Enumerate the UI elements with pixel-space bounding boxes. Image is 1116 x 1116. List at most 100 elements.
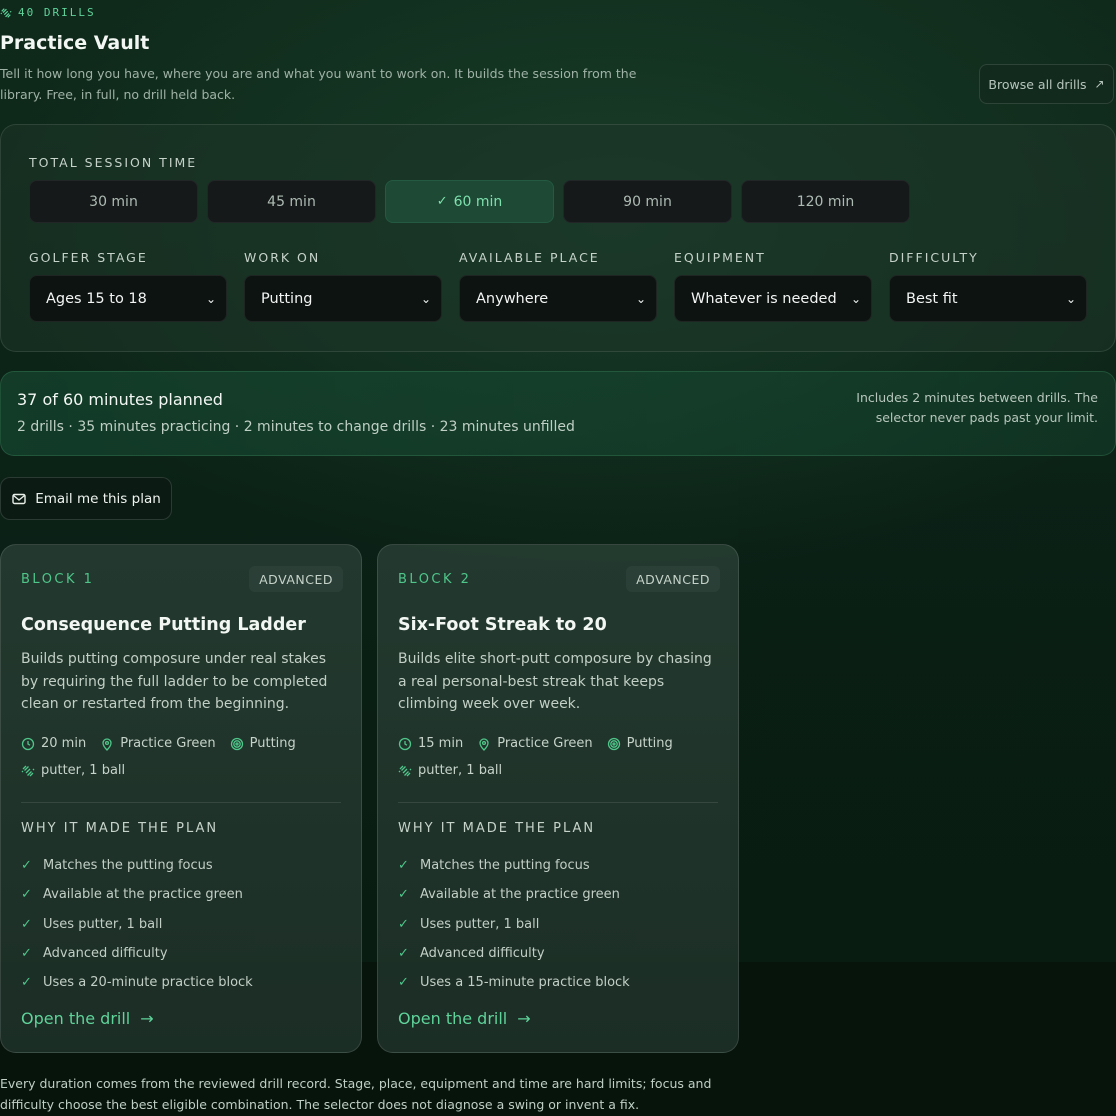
arrow-right-icon: →	[140, 1009, 154, 1028]
check-icon: ✓	[398, 916, 409, 932]
select-value: Best fit	[906, 290, 958, 307]
drill-card: BLOCK 1 ADVANCED Consequence Putting Lad…	[0, 544, 362, 1053]
equipment-select[interactable]: Whatever is needed ⌄	[674, 275, 872, 322]
drill-place: Practice Green	[120, 736, 216, 751]
dumbbell-icon	[398, 765, 412, 776]
methodology-footnote: Every duration comes from the reviewed d…	[0, 1076, 712, 1112]
drill-meta: 15 min Practice Green Putting	[398, 736, 673, 751]
reason-text: Uses putter, 1 ball	[420, 916, 540, 932]
time-option-label: 120 min	[796, 193, 855, 210]
filter-label: WORK ON	[244, 250, 321, 265]
block-number: BLOCK 1	[21, 572, 95, 587]
reason-text: Available at the practice green	[420, 887, 620, 903]
browse-all-drills-button[interactable]: Browse all drills ↗	[979, 64, 1114, 104]
email-plan-button[interactable]: Email me this plan	[0, 477, 172, 520]
reason-text: Advanced difficulty	[43, 946, 168, 962]
reason-item: ✓ Available at the practice green	[398, 880, 630, 909]
reason-text: Matches the putting focus	[420, 858, 590, 874]
drill-description: Builds putting composure under real stak…	[21, 651, 328, 712]
browse-label: Browse all drills	[988, 76, 1087, 92]
session-time-options: 30 min 45 min ✓ 60 min 90 min 120 min	[29, 180, 910, 223]
reason-text: Available at the practice green	[43, 887, 243, 903]
practice-vault-page: 40 DRILLS Practice Vault Tell it how lon…	[0, 0, 1116, 1116]
filter-available-place: AVAILABLE PLACE Anywhere ⌄	[459, 250, 657, 322]
mail-icon	[12, 493, 26, 504]
reason-text: Uses putter, 1 ball	[43, 916, 163, 932]
open-drill-label: Open the drill	[398, 1009, 508, 1028]
arrow-right-icon: →	[517, 1009, 531, 1028]
page-description: Tell it how long you have, where you are…	[0, 66, 637, 102]
reason-list: ✓ Matches the putting focus ✓ Available at…	[21, 851, 253, 997]
difficulty-select[interactable]: Best fit ⌄	[889, 275, 1087, 322]
check-icon: ✓	[21, 916, 32, 932]
target-icon	[607, 737, 620, 750]
time-option-45[interactable]: 45 min	[207, 180, 376, 223]
drill-meta: 20 min Practice Green Putting	[21, 736, 296, 751]
chevron-down-icon: ⌄	[850, 291, 861, 306]
drill-name: Consequence Putting Ladder	[21, 615, 306, 635]
reason-item: ✓ Uses a 15-minute practice block	[398, 968, 630, 997]
chevron-down-icon: ⌄	[420, 291, 431, 306]
divider	[398, 802, 718, 803]
target-icon	[230, 737, 243, 750]
difficulty-badge: ADVANCED	[626, 566, 720, 592]
check-icon: ✓	[21, 946, 32, 962]
reason-item: ✓ Uses a 20-minute practice block	[21, 968, 253, 997]
equipment-text: putter, 1 ball	[418, 763, 503, 778]
check-icon: ✓	[398, 887, 409, 903]
dumbbell-icon	[21, 765, 35, 776]
drill-name: Six-Foot Streak to 20	[398, 615, 607, 635]
open-drill-link[interactable]: Open the drill →	[21, 1009, 154, 1028]
why-heading: WHY IT MADE THE PLAN	[398, 821, 596, 836]
time-option-90[interactable]: 90 min	[563, 180, 732, 223]
time-option-60[interactable]: ✓ 60 min	[385, 180, 554, 223]
plan-summary-note: Includes 2 minutes between drills. The s…	[856, 390, 1098, 425]
clock-icon	[21, 737, 35, 750]
chevron-down-icon: ⌄	[635, 291, 646, 306]
reason-text: Advanced difficulty	[420, 946, 545, 962]
check-icon: ✓	[398, 946, 409, 962]
time-option-30[interactable]: 30 min	[29, 180, 198, 223]
filter-label: DIFFICULTY	[889, 250, 979, 265]
plan-summary-title: 37 of 60 minutes planned	[17, 390, 223, 409]
arrow-up-right-icon: ↗	[1094, 77, 1105, 91]
chevron-down-icon: ⌄	[205, 291, 216, 306]
reason-item: ✓ Uses putter, 1 ball	[398, 910, 630, 939]
drill-duration: 15 min	[418, 736, 464, 751]
drill-count-eyebrow: 40 DRILLS	[0, 6, 96, 19]
reason-text: Uses a 20-minute practice block	[43, 975, 253, 991]
time-option-label: 60 min	[453, 193, 503, 210]
drill-duration: 20 min	[41, 736, 87, 751]
map-pin-icon	[479, 737, 489, 751]
filter-golfer-stage: GOLFER STAGE Ages 15 to 18 ⌄	[29, 250, 227, 322]
filter-difficulty: DIFFICULTY Best fit ⌄	[889, 250, 1087, 322]
available-place-select[interactable]: Anywhere ⌄	[459, 275, 657, 322]
check-icon: ✓	[436, 194, 448, 209]
golfer-stage-select[interactable]: Ages 15 to 18 ⌄	[29, 275, 227, 322]
open-drill-link[interactable]: Open the drill →	[398, 1009, 531, 1028]
check-icon: ✓	[21, 887, 32, 903]
drill-card: BLOCK 2 ADVANCED Six-Foot Streak to 20 B…	[377, 544, 739, 1053]
clock-icon	[398, 737, 412, 750]
filter-equipment: EQUIPMENT Whatever is needed ⌄	[674, 250, 872, 322]
reason-text: Uses a 15-minute practice block	[420, 975, 630, 991]
dumbbell-icon	[0, 7, 12, 18]
drill-focus: Putting	[249, 736, 296, 751]
page-title: Practice Vault	[0, 32, 150, 54]
time-option-120[interactable]: 120 min	[741, 180, 910, 223]
drill-focus: Putting	[626, 736, 673, 751]
work-on-select[interactable]: Putting ⌄	[244, 275, 442, 322]
chevron-down-icon: ⌄	[1065, 291, 1076, 306]
check-icon: ✓	[398, 858, 409, 874]
why-heading: WHY IT MADE THE PLAN	[21, 821, 219, 836]
select-value: Putting	[261, 290, 313, 307]
check-icon: ✓	[398, 975, 409, 991]
reason-item: ✓ Available at the practice green	[21, 880, 253, 909]
difficulty-badge: ADVANCED	[249, 566, 343, 592]
plan-summary-breakdown: 2 drills · 35 minutes practicing · 2 min…	[17, 419, 575, 435]
time-option-label: 45 min	[267, 193, 316, 210]
reason-item: ✓ Matches the putting focus	[398, 851, 630, 880]
reason-item: ✓ Matches the putting focus	[21, 851, 253, 880]
map-pin-icon	[102, 737, 112, 751]
filter-label: EQUIPMENT	[674, 250, 766, 265]
